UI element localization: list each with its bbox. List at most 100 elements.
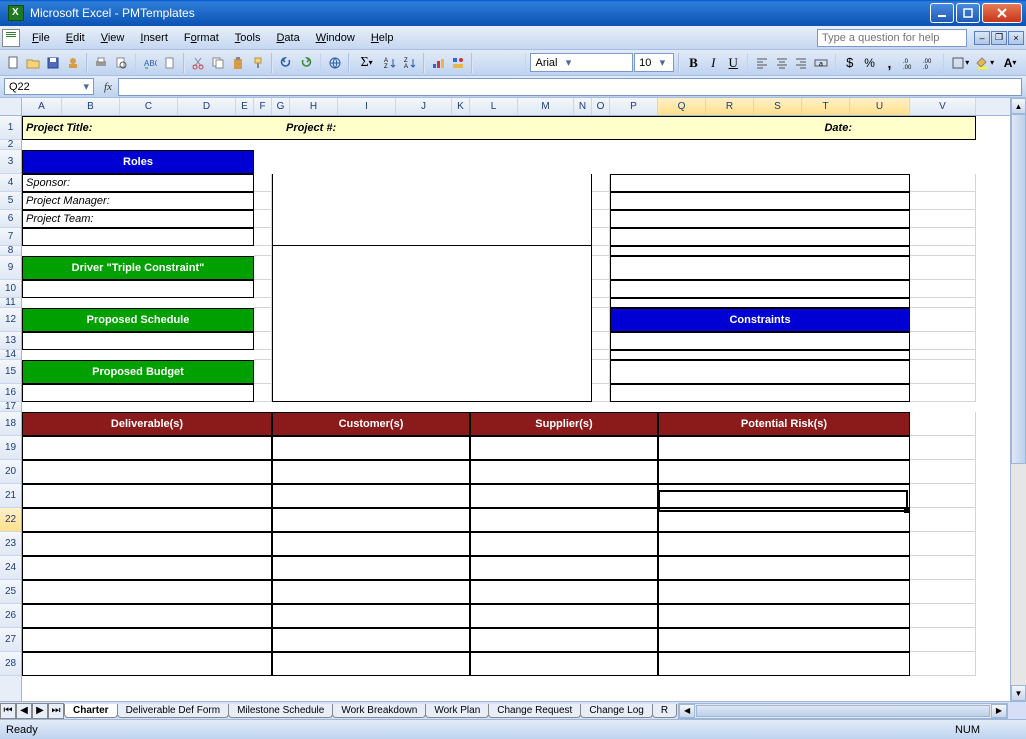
worksheet-grid[interactable]: 1234567891011121314151617181920212223242… xyxy=(0,98,1026,701)
menu-window[interactable]: Window xyxy=(308,29,363,47)
align-center-button[interactable] xyxy=(772,52,791,74)
vscroll-thumb[interactable] xyxy=(1011,114,1026,464)
cells-area[interactable]: Project Title:Project #:Date:RolesBusine… xyxy=(22,116,1010,676)
column-header-D[interactable]: D xyxy=(178,98,236,115)
menu-edit[interactable]: Edit xyxy=(58,29,93,47)
column-header-B[interactable]: B xyxy=(62,98,120,115)
tab-nav-next[interactable]: ▶ xyxy=(32,703,48,719)
mdi-minimize-button[interactable]: – xyxy=(974,31,990,45)
row-header-22[interactable]: 22 xyxy=(0,508,21,532)
tab-nav-first[interactable]: ⏮ xyxy=(0,703,16,719)
tab-nav-last[interactable]: ⏭ xyxy=(48,703,64,719)
row-header-7[interactable]: 7 xyxy=(0,228,21,246)
increase-decimal-button[interactable]: .0.00 xyxy=(900,52,919,74)
row-header-13[interactable]: 13 xyxy=(0,332,21,350)
menu-file[interactable]: File xyxy=(24,29,58,47)
merge-center-button[interactable]: a xyxy=(812,52,831,74)
comma-button[interactable]: , xyxy=(880,52,899,74)
column-header-Q[interactable]: Q xyxy=(658,98,706,115)
column-header-R[interactable]: R xyxy=(706,98,754,115)
column-header-T[interactable]: T xyxy=(802,98,850,115)
sheet-tab-r[interactable]: R xyxy=(652,704,677,718)
scroll-left-button[interactable]: ◀ xyxy=(679,704,695,718)
row-header-19[interactable]: 19 xyxy=(0,436,21,460)
font-size-combo[interactable]: 10▾ xyxy=(634,53,674,72)
vertical-scrollbar[interactable]: ▲ ▼ xyxy=(1010,98,1026,701)
sheet-tab-change-request[interactable]: Change Request xyxy=(488,704,581,718)
column-header-G[interactable]: G xyxy=(272,98,290,115)
row-header-10[interactable]: 10 xyxy=(0,280,21,298)
scroll-up-button[interactable]: ▲ xyxy=(1011,98,1026,114)
column-header-H[interactable]: H xyxy=(290,98,338,115)
bold-button[interactable]: B xyxy=(684,52,703,74)
permission-button[interactable] xyxy=(64,52,83,74)
menu-tools[interactable]: Tools xyxy=(227,29,269,47)
maximize-button[interactable] xyxy=(956,3,980,23)
row-header-25[interactable]: 25 xyxy=(0,580,21,604)
sheet-tab-change-log[interactable]: Change Log xyxy=(580,704,653,718)
hscroll-thumb[interactable] xyxy=(696,705,990,717)
print-preview-button[interactable] xyxy=(112,52,131,74)
borders-button[interactable]: ▾ xyxy=(948,52,972,74)
fx-icon[interactable]: fx xyxy=(98,81,118,93)
row-header-9[interactable]: 9 xyxy=(0,256,21,280)
row-header-21[interactable]: 21 xyxy=(0,484,21,508)
row-header-27[interactable]: 27 xyxy=(0,628,21,652)
undo-button[interactable] xyxy=(277,52,296,74)
tab-nav-prev[interactable]: ◀ xyxy=(16,703,32,719)
menu-format[interactable]: Format xyxy=(176,29,227,47)
row-header-4[interactable]: 4 xyxy=(0,174,21,192)
menu-insert[interactable]: Insert xyxy=(132,29,176,47)
row-header-28[interactable]: 28 xyxy=(0,652,21,676)
sort-desc-button[interactable]: ZA xyxy=(400,52,419,74)
drawing-button[interactable] xyxy=(449,52,468,74)
decrease-decimal-button[interactable]: .00.0 xyxy=(920,52,939,74)
align-right-button[interactable] xyxy=(792,52,811,74)
italic-button[interactable]: I xyxy=(704,52,723,74)
scroll-right-button[interactable]: ▶ xyxy=(991,704,1007,718)
sheet-tab-work-breakdown[interactable]: Work Breakdown xyxy=(332,704,426,718)
select-all-button[interactable] xyxy=(0,98,21,116)
column-header-L[interactable]: L xyxy=(470,98,518,115)
row-header-12[interactable]: 12 xyxy=(0,308,21,332)
menu-view[interactable]: View xyxy=(93,29,133,47)
menu-data[interactable]: Data xyxy=(268,29,307,47)
copy-button[interactable] xyxy=(209,52,228,74)
save-button[interactable] xyxy=(44,52,63,74)
row-header-1[interactable]: 1 xyxy=(0,116,21,140)
font-color-button[interactable]: A▾ xyxy=(998,52,1022,74)
open-button[interactable] xyxy=(24,52,43,74)
hyperlink-button[interactable] xyxy=(325,52,344,74)
new-button[interactable] xyxy=(4,52,23,74)
formula-input[interactable] xyxy=(118,78,1022,96)
row-header-16[interactable]: 16 xyxy=(0,384,21,402)
row-header-11[interactable]: 11 xyxy=(0,298,21,308)
chart-wizard-button[interactable] xyxy=(429,52,448,74)
currency-button[interactable]: $ xyxy=(840,52,859,74)
column-header-S[interactable]: S xyxy=(754,98,802,115)
cut-button[interactable] xyxy=(189,52,208,74)
column-header-J[interactable]: J xyxy=(396,98,452,115)
sheet-tab-deliverable-def-form[interactable]: Deliverable Def Form xyxy=(117,704,229,718)
percent-button[interactable]: % xyxy=(860,52,879,74)
print-button[interactable] xyxy=(92,52,111,74)
row-header-8[interactable]: 8 xyxy=(0,246,21,256)
close-button[interactable] xyxy=(982,3,1022,23)
research-button[interactable] xyxy=(160,52,179,74)
column-header-K[interactable]: K xyxy=(452,98,470,115)
scroll-down-button[interactable]: ▼ xyxy=(1011,685,1026,701)
sheet-tab-work-plan[interactable]: Work Plan xyxy=(425,704,489,718)
align-left-button[interactable] xyxy=(752,52,771,74)
sort-asc-button[interactable]: AZ xyxy=(380,52,399,74)
font-name-combo[interactable]: Arial▾ xyxy=(530,53,633,72)
column-headers[interactable]: ABCDEFGHIJKLMNOPQRSTUV xyxy=(22,98,1010,116)
spelling-button[interactable]: ABC xyxy=(140,52,159,74)
column-header-V[interactable]: V xyxy=(910,98,976,115)
column-header-U[interactable]: U xyxy=(850,98,910,115)
paste-button[interactable] xyxy=(229,52,248,74)
header-row[interactable]: Project Title:Project #:Date: xyxy=(22,116,976,140)
row-header-20[interactable]: 20 xyxy=(0,460,21,484)
row-header-26[interactable]: 26 xyxy=(0,604,21,628)
format-painter-button[interactable] xyxy=(248,52,267,74)
column-header-I[interactable]: I xyxy=(338,98,396,115)
